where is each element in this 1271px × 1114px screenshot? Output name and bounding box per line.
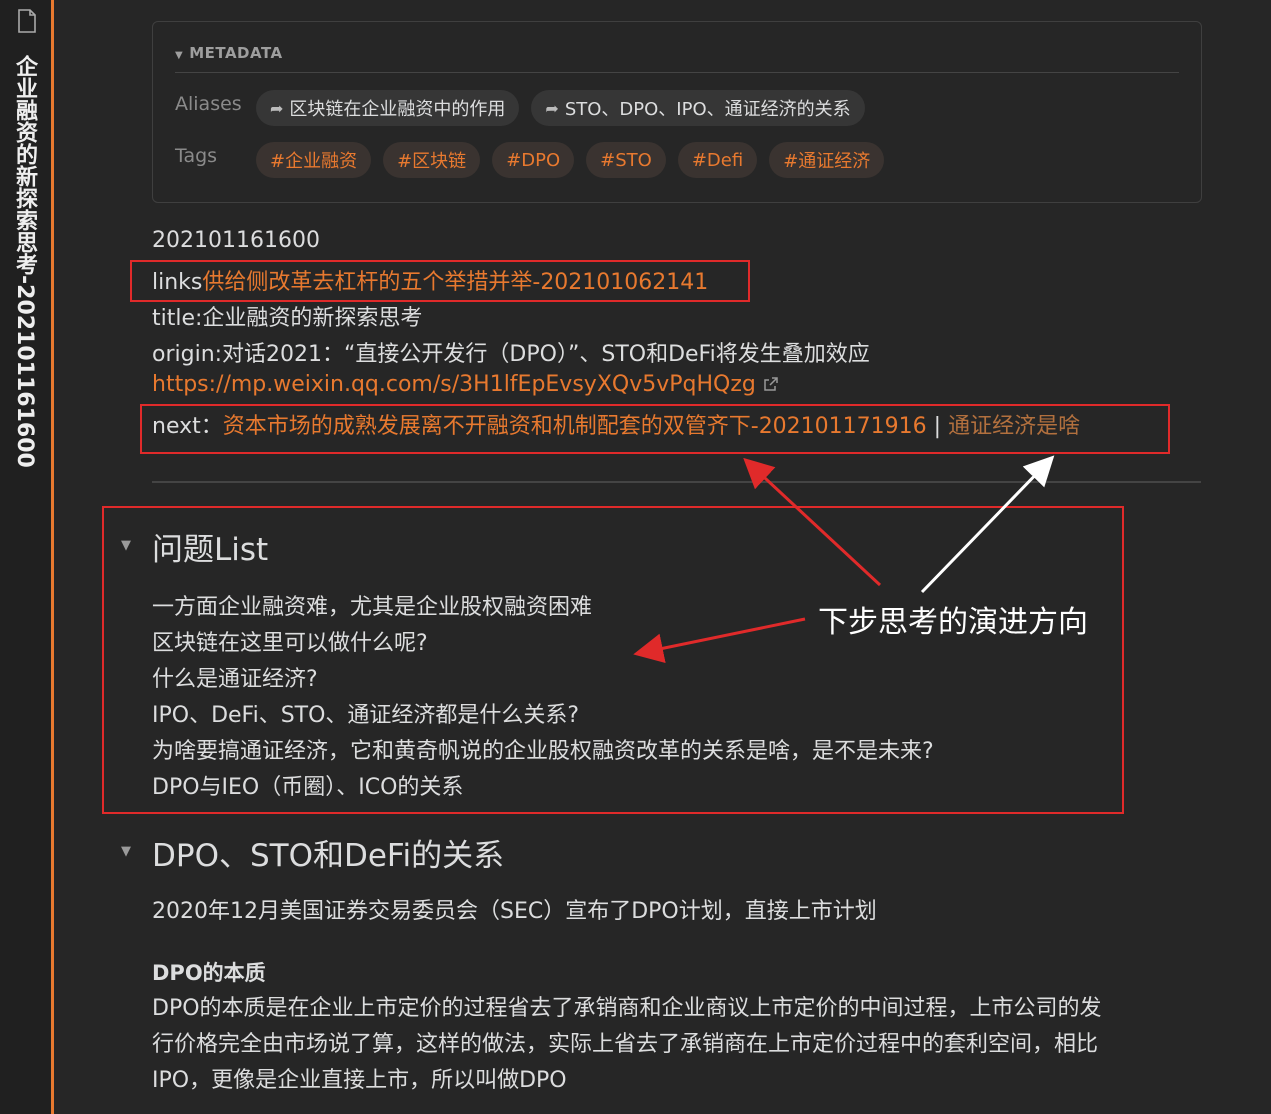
section-heading-dpo: DPO、STO和DeFi的关系: [152, 838, 505, 874]
paragraph-line: 行价格完全由市场说了算，这样的做法，实际上省去了承销商在上市定价过程中的套利空间…: [152, 1032, 1099, 1057]
annotation-arrows: [633, 455, 1055, 664]
paragraph-line: IPO，更像是企业直接上市，所以叫做DPO: [152, 1068, 567, 1093]
collapse-triangle-icon[interactable]: ▼: [121, 844, 131, 859]
dpo-para2: DPO的本质是在企业上市定价的过程省去了承销商和企业商议上市定价的中间过程，上市…: [152, 991, 1197, 1099]
paragraph-line: DPO的本质是在企业上市定价的过程省去了承销商和企业商议上市定价的中间过程，上市…: [152, 996, 1102, 1021]
dpo-bold-heading: DPO的本质: [152, 961, 266, 985]
white-arrow-to-next: [920, 455, 1055, 594]
red-arrow-to-questions: [633, 617, 806, 664]
red-arrow-to-next: [743, 457, 882, 587]
dpo-para1: 2020年12月美国证券交易委员会（SEC）宣布了DPO计划，直接上市计划: [152, 899, 877, 924]
annotation-label: 下步思考的演进方向: [818, 605, 1088, 640]
